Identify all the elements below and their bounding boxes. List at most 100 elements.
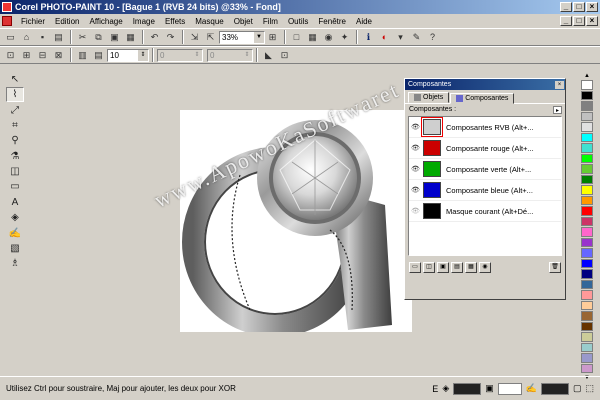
marquee-visible-icon[interactable]: ⊡	[277, 48, 292, 62]
chevron-down-icon[interactable]: ▼	[254, 31, 264, 43]
fill-tool-icon[interactable]: ◈	[6, 210, 24, 224]
palette-swatch[interactable]	[581, 80, 593, 90]
eye-icon[interactable]: 👁	[411, 165, 420, 173]
close-button[interactable]: ×	[586, 2, 598, 12]
maximize-button[interactable]: □	[573, 2, 585, 12]
eye-icon[interactable]: 👁	[411, 123, 420, 131]
options-icon[interactable]: ✎	[409, 30, 424, 44]
mask-to-channel-icon[interactable]: ▣	[437, 261, 449, 273]
eye-icon[interactable]: 👁	[411, 207, 420, 215]
text-tool-icon[interactable]: A	[6, 195, 24, 209]
menu-outils[interactable]: Outils	[283, 17, 313, 26]
menu-image[interactable]: Image	[128, 17, 160, 26]
fill-icon[interactable]: ▣	[485, 383, 494, 394]
open-folder-icon[interactable]: ⌂	[19, 30, 34, 44]
palette-swatch[interactable]	[581, 342, 593, 352]
spin-arrows-icon[interactable]: ⇕	[138, 49, 148, 61]
menu-objet[interactable]: Objet	[229, 17, 258, 26]
palette-swatch[interactable]	[581, 258, 593, 268]
palette-scroll-up-icon[interactable]: ▲	[581, 72, 593, 80]
mask-xor-icon[interactable]: ⊠	[51, 48, 66, 62]
palette-swatch[interactable]	[581, 321, 593, 331]
palette-swatch[interactable]	[581, 164, 593, 174]
rectangle-tool-icon[interactable]: ▭	[6, 180, 24, 194]
corel-launcher-icon[interactable]: ◐	[377, 30, 392, 44]
spin-arrows-icon[interactable]: ⇕	[242, 49, 252, 61]
effect-tool-icon[interactable]: ▧	[6, 241, 24, 255]
feather-spinner[interactable]: 0 ⇕	[157, 48, 203, 62]
palette-swatch[interactable]	[581, 237, 593, 247]
help-icon[interactable]: ?	[425, 30, 440, 44]
mask-add-icon[interactable]: ⊞	[19, 48, 34, 62]
menu-fichier[interactable]: Fichier	[16, 17, 50, 26]
palette-swatch[interactable]	[581, 290, 593, 300]
fill-bucket-icon[interactable]: ◈	[442, 383, 449, 394]
eraser-tool-icon[interactable]: ◫	[6, 164, 24, 178]
palette-swatch[interactable]	[581, 311, 593, 321]
export-icon[interactable]: ⇱	[203, 30, 218, 44]
eye-icon[interactable]: 👁	[411, 144, 420, 152]
tab-objets[interactable]: Objets	[408, 92, 450, 103]
menu-effets[interactable]: Effets	[160, 17, 190, 26]
palette-swatch[interactable]	[581, 363, 593, 373]
zoom-combo[interactable]: 33% ▼	[219, 30, 265, 44]
palette-swatch[interactable]	[581, 227, 593, 237]
doc-restore-button[interactable]: □	[573, 16, 585, 26]
palette-swatch[interactable]	[581, 195, 593, 205]
eye-icon[interactable]: 👁	[411, 186, 420, 194]
palette-swatch[interactable]	[581, 132, 593, 142]
palette-swatch[interactable]	[581, 269, 593, 279]
document-icon[interactable]	[2, 16, 12, 26]
save-icon[interactable]: ▪	[35, 30, 50, 44]
split-channel-icon[interactable]: ▤	[451, 261, 463, 273]
palette-swatch[interactable]	[581, 174, 593, 184]
palette-swatch[interactable]	[581, 248, 593, 258]
fill-color-swatch[interactable]	[497, 382, 522, 395]
palette-swatch[interactable]	[581, 279, 593, 289]
paint-color-swatch[interactable]	[453, 382, 482, 395]
mask-transform-tool-icon[interactable]: ⤢	[6, 103, 24, 117]
mask-normal-icon[interactable]: ⊡	[3, 48, 18, 62]
marquee-icon[interactable]: ⬚	[585, 383, 594, 394]
channel-row-blue[interactable]: 👁 Composante bleue (Alt+...	[409, 180, 561, 201]
new-channel-icon[interactable]: ▭	[409, 261, 421, 273]
eyedropper-tool-icon[interactable]: ⚗	[6, 149, 24, 163]
info-icon[interactable]: ℹ	[361, 30, 376, 44]
channel-to-mask-icon[interactable]: ◫	[423, 261, 435, 273]
image-canvas[interactable]	[180, 110, 412, 332]
tolerance-spinner[interactable]: 0 ⇕	[207, 48, 253, 62]
pick-tool-icon[interactable]: ↖	[6, 72, 24, 86]
trash-icon[interactable]: 🗑	[549, 261, 561, 273]
channel-row-red[interactable]: 👁 Composante rouge (Alt+...	[409, 138, 561, 159]
undo-icon[interactable]: ↶	[147, 30, 162, 44]
palette-swatch[interactable]	[581, 332, 593, 342]
docker-close-icon[interactable]: ×	[555, 80, 564, 89]
palette-swatch[interactable]	[581, 143, 593, 153]
antialias-icon[interactable]: ◣	[261, 48, 276, 62]
copy-icon[interactable]: ⧉	[91, 30, 106, 44]
channel-row-mask[interactable]: 👁 Masque courant (Alt+Dé...	[409, 201, 561, 222]
mask-icon[interactable]: ◉	[321, 30, 336, 44]
import-icon[interactable]: ⇲	[187, 30, 202, 44]
palette-swatch[interactable]	[581, 185, 593, 195]
paste-icon[interactable]: ▣	[107, 30, 122, 44]
object-picker-icon[interactable]: ✦	[337, 30, 352, 44]
new-file-icon[interactable]: ▭	[3, 30, 18, 44]
docker-title-bar[interactable]: Composantes ×	[405, 79, 565, 90]
tab-composantes[interactable]: Composantes	[450, 93, 515, 104]
menu-affichage[interactable]: Affichage	[84, 17, 127, 26]
paper-icon[interactable]: ✍	[526, 383, 537, 394]
menu-edition[interactable]: Edition	[50, 17, 84, 26]
channel-row-green[interactable]: 👁 Composante verte (Alt+...	[409, 159, 561, 180]
paper-color-swatch[interactable]	[540, 382, 569, 395]
menu-fenetre[interactable]: Fenêtre	[313, 17, 351, 26]
paste-object-icon[interactable]: ▦	[123, 30, 138, 44]
brush-size-icon[interactable]: ▤	[91, 48, 106, 62]
paint-tool-icon[interactable]: ✍	[6, 226, 24, 240]
cut-icon[interactable]: ✂	[75, 30, 90, 44]
palette-swatch[interactable]	[581, 353, 593, 363]
print-icon[interactable]: ▤	[51, 30, 66, 44]
palette-swatch[interactable]	[581, 101, 593, 111]
doc-close-button[interactable]: ×	[586, 16, 598, 26]
palette-swatch[interactable]	[581, 216, 593, 226]
